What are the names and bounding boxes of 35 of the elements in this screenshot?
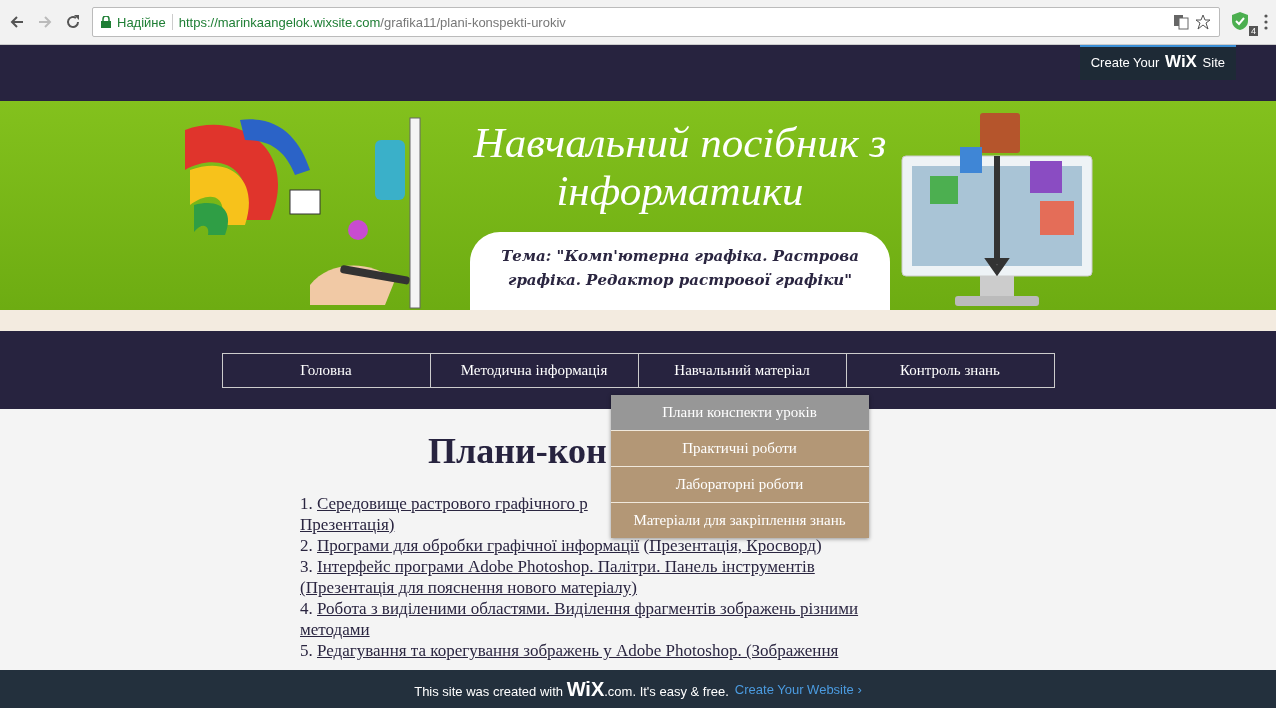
security-label: Надійне	[117, 14, 166, 30]
shield-icon[interactable]	[1230, 11, 1250, 31]
item-number: 4.	[300, 599, 313, 618]
reload-icon[interactable]	[64, 13, 82, 31]
lesson-link[interactable]: (Презентація для пояснення нового матеріалу)	[300, 578, 637, 597]
lesson-link[interactable]: методами	[300, 620, 370, 639]
nav-item[interactable]: Методична інформація	[430, 353, 638, 387]
create-site-button[interactable]: Create Your WiX Site	[1079, 45, 1236, 80]
footer-text: This site was created with WiX.com. It's easy & free.	[414, 677, 729, 701]
nav-item[interactable]: Навчальний матеріал	[638, 353, 846, 387]
banner-subtitle: Тема: "Комп'ютерна графіка. Растрова графіка. Редактор растрової графіки"	[470, 232, 890, 310]
item-number: 1.	[300, 494, 313, 513]
star-icon[interactable]	[1195, 14, 1211, 30]
url-text: https://marinkaangelok.wixsite.com/grafika11/plani-konspekti-urokiv	[178, 14, 566, 30]
list-text: (	[642, 536, 650, 555]
menu-icon[interactable]	[1264, 14, 1268, 30]
item-number: 5.	[300, 641, 313, 660]
lesson-link[interactable]: Редагування та корегування зображень у Adobe Photoshop. (Зображення	[317, 641, 839, 660]
create-website-link[interactable]: Create Your Website ›	[734, 681, 862, 697]
lesson-link[interactable]: Програми для обробки графічної інформації	[317, 536, 640, 555]
lesson-link[interactable]: Презентація)	[300, 515, 395, 534]
extension-badge: 4	[1249, 26, 1258, 36]
lesson-link[interactable]: Середовище растрового графічного р	[317, 494, 588, 513]
lesson-link[interactable]: Робота з виділеними областями. Виділення фрагментів зображень різними	[317, 599, 859, 618]
list-text: )	[816, 536, 822, 555]
nav-item[interactable]: Контроль знань	[846, 353, 1054, 387]
address-bar[interactable]: Надійне https://marinkaangelok.wixsite.com/grafika11/plani-konspekti-urokiv	[92, 7, 1220, 37]
banner-title: Навчальний посібник з інформатики	[472, 119, 888, 215]
lesson-link[interactable]: Презентація, Кросворд	[649, 536, 816, 555]
lesson-link[interactable]: Інтерфейс програми Adobe Photoshop. Палітри. Панель інструментів	[317, 557, 815, 576]
item-number: 2.	[300, 536, 313, 555]
item-number: 3.	[300, 557, 313, 576]
nav-item[interactable]: Головна	[222, 353, 430, 387]
page-heading: Плани-кон	[428, 430, 607, 473]
lock-icon	[101, 16, 111, 28]
